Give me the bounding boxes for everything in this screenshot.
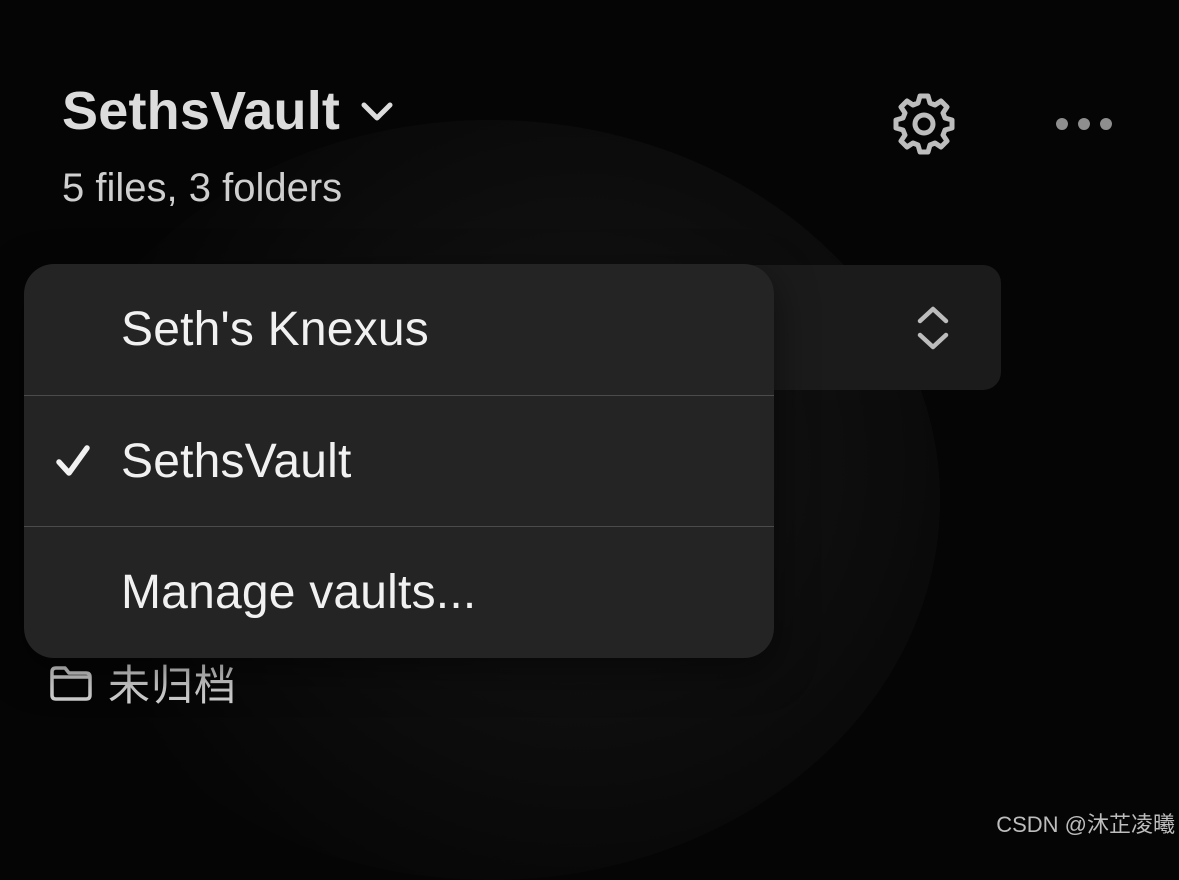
sort-panel[interactable] [738,265,1001,390]
folder-icon [50,665,92,701]
menu-item-label: Manage vaults... [121,565,477,619]
vault-dropdown-menu: Seth's Knexus SethsVault Manage vaults..… [24,264,774,658]
chevron-down-icon[interactable] [358,92,396,130]
gear-icon[interactable] [892,92,956,156]
up-down-chevron-icon[interactable] [912,303,954,353]
vault-title: SethsVault [62,81,341,141]
menu-item-seths-knexus[interactable]: Seth's Knexus [24,264,774,395]
vault-switcher[interactable]: SethsVault [62,80,396,142]
vault-stats: 5 files, 3 folders [62,166,343,210]
menu-item-manage-vaults[interactable]: Manage vaults... [24,526,774,657]
folder-item[interactable]: 未归档 [48,652,237,713]
more-dot [1056,118,1068,130]
more-button[interactable] [1056,118,1112,134]
watermark: CSDN @沐芷凌曦 [996,812,1175,837]
more-dot [1078,118,1090,130]
checkmark-icon [24,442,121,480]
menu-item-label: Seth's Knexus [121,303,429,356]
menu-item-sethsvault[interactable]: SethsVault [24,395,774,526]
folder-label: 未归档 [108,662,238,709]
more-dot [1100,118,1112,130]
menu-item-label: SethsVault [121,434,352,488]
